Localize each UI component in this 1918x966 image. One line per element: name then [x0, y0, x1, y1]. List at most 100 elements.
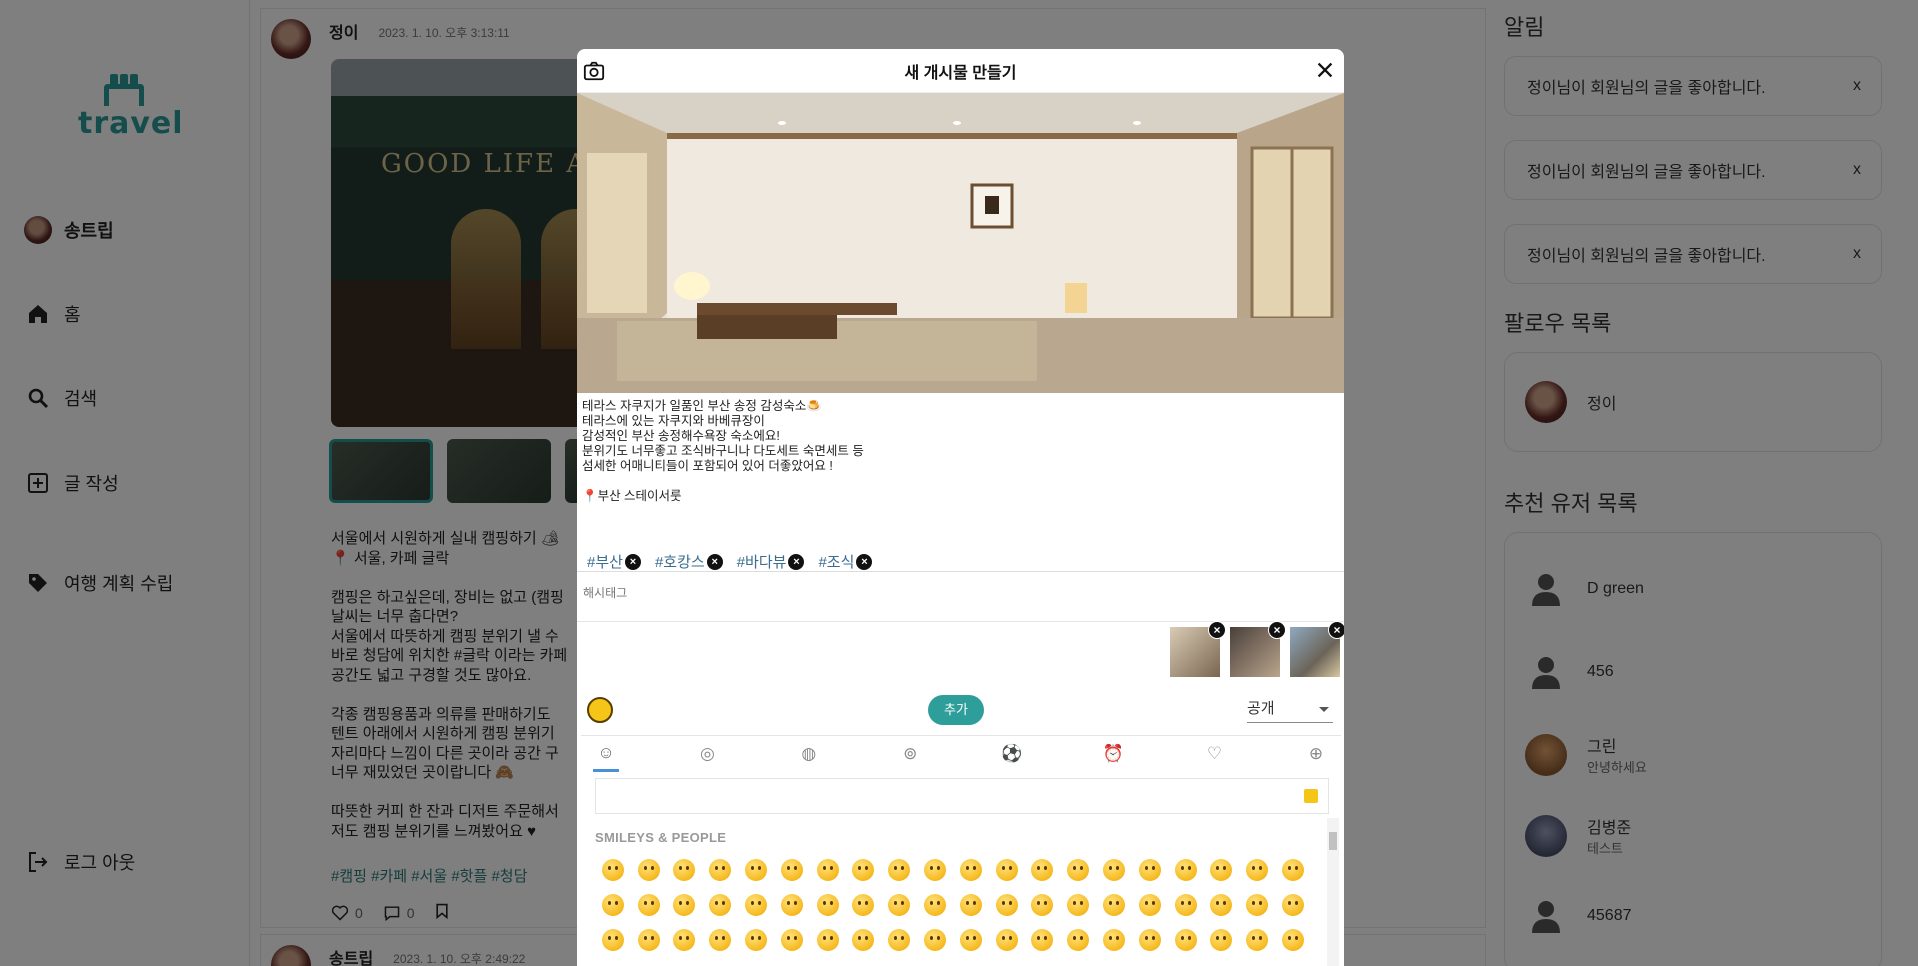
emoji-item[interactable] — [1239, 887, 1275, 922]
emoji-item[interactable] — [810, 922, 846, 957]
emoji-face-icon — [1138, 893, 1161, 916]
emoji-face-icon — [745, 928, 768, 951]
smileys-icon[interactable]: ☺ — [593, 736, 619, 772]
emoji-item[interactable] — [667, 922, 703, 957]
emoji-item[interactable] — [917, 852, 953, 887]
emoji-item[interactable] — [1204, 852, 1240, 887]
emoji-item[interactable] — [881, 922, 917, 957]
emoji-item[interactable] — [1025, 852, 1061, 887]
emoji-face-icon — [816, 893, 839, 916]
activity-icon[interactable]: ⚽ — [999, 736, 1025, 772]
emoji-item[interactable] — [1168, 922, 1204, 957]
emoji-face-icon — [1031, 893, 1054, 916]
emoji-item[interactable] — [881, 852, 917, 887]
remove-image-icon[interactable]: × — [1208, 621, 1226, 639]
emoji-item[interactable] — [1060, 887, 1096, 922]
emoji-item[interactable] — [738, 887, 774, 922]
emoji-item[interactable] — [702, 922, 738, 957]
emoji-item[interactable] — [667, 887, 703, 922]
emoji-face-icon — [745, 893, 768, 916]
emoji-item[interactable] — [738, 852, 774, 887]
emoji-face-icon — [995, 928, 1018, 951]
remove-hashtag-icon[interactable]: × — [856, 553, 873, 570]
upload-thumbnail[interactable]: × — [1230, 621, 1286, 677]
emoji-item[interactable] — [1204, 887, 1240, 922]
emoji-face-icon — [924, 858, 947, 881]
emoji-item[interactable] — [1204, 922, 1240, 957]
remove-hashtag-icon[interactable]: × — [624, 553, 641, 570]
emoji-item[interactable] — [595, 887, 631, 922]
objects-icon[interactable]: ⏰ — [1100, 736, 1126, 772]
symbols-icon[interactable]: ♡ — [1202, 736, 1228, 772]
emoji-item[interactable] — [738, 922, 774, 957]
add-post-button[interactable]: 추가 — [928, 695, 984, 725]
close-icon[interactable] — [1314, 59, 1336, 81]
emoji-item[interactable] — [1275, 852, 1311, 887]
upload-thumbnail[interactable]: × — [1170, 621, 1226, 677]
emoji-item[interactable] — [846, 852, 882, 887]
upload-thumbnail[interactable]: × — [1290, 621, 1344, 677]
emoji-item[interactable] — [917, 887, 953, 922]
emoji-item[interactable] — [1096, 922, 1132, 957]
emoji-item[interactable] — [953, 887, 989, 922]
remove-hashtag-icon[interactable]: × — [788, 553, 805, 570]
emoji-item[interactable] — [1132, 922, 1168, 957]
emoji-item[interactable] — [1239, 922, 1275, 957]
remove-image-icon[interactable]: × — [1328, 621, 1344, 639]
camera-icon[interactable] — [583, 60, 605, 82]
travel-icon[interactable]: ⊚ — [897, 736, 923, 772]
emoji-search-input[interactable] — [595, 778, 1329, 814]
visibility-select[interactable]: 공개 — [1247, 695, 1333, 723]
emoji-item[interactable] — [917, 922, 953, 957]
emoji-item[interactable] — [595, 922, 631, 957]
emoji-grid — [595, 852, 1315, 957]
remove-hashtag-icon[interactable]: × — [706, 553, 723, 570]
emoji-item[interactable] — [774, 887, 810, 922]
emoji-item[interactable] — [810, 887, 846, 922]
emoji-item[interactable] — [595, 852, 631, 887]
hashtag-input[interactable] — [583, 575, 1338, 611]
emoji-item[interactable] — [1132, 887, 1168, 922]
emoji-item[interactable] — [1168, 887, 1204, 922]
emoji-item[interactable] — [774, 922, 810, 957]
emoji-item[interactable] — [1275, 922, 1311, 957]
emoji-item[interactable] — [631, 852, 667, 887]
animals-icon[interactable]: ◎ — [694, 736, 720, 772]
emoji-item[interactable] — [1060, 922, 1096, 957]
emoji-item[interactable] — [989, 852, 1025, 887]
emoji-scrollbar[interactable] — [1327, 818, 1339, 966]
emoji-item[interactable] — [953, 922, 989, 957]
emoji-item[interactable] — [702, 887, 738, 922]
emoji-item[interactable] — [1239, 852, 1275, 887]
emoji-item[interactable] — [1168, 852, 1204, 887]
emoji-item[interactable] — [1096, 852, 1132, 887]
emoji-face-icon — [1174, 893, 1197, 916]
emoji-item[interactable] — [774, 852, 810, 887]
emoji-item[interactable] — [1025, 887, 1061, 922]
emoji-item[interactable] — [953, 852, 989, 887]
remove-image-icon[interactable]: × — [1268, 621, 1286, 639]
emoji-item[interactable] — [631, 922, 667, 957]
food-icon[interactable]: ◍ — [796, 736, 822, 772]
emoji-item[interactable] — [846, 922, 882, 957]
emoji-item[interactable] — [667, 852, 703, 887]
emoji-face-icon — [1174, 928, 1197, 951]
skin-tone-selector[interactable] — [1304, 789, 1318, 803]
emoji-item[interactable] — [846, 887, 882, 922]
emoji-item[interactable] — [810, 852, 846, 887]
post-body-textarea[interactable]: 테라스 자쿠지가 일품인 부산 송정 감성숙소🍮 테라스에 있는 자쿠지와 바베… — [582, 399, 1322, 504]
emoji-item[interactable] — [989, 887, 1025, 922]
emoji-item[interactable] — [881, 887, 917, 922]
emoji-item[interactable] — [1132, 852, 1168, 887]
emoji-item[interactable] — [702, 852, 738, 887]
emoji-item[interactable] — [1275, 887, 1311, 922]
emoji-item[interactable] — [989, 922, 1025, 957]
emoji-face-icon — [780, 893, 803, 916]
emoji-picker-icon[interactable] — [587, 697, 613, 723]
emoji-item[interactable] — [631, 887, 667, 922]
emoji-item[interactable] — [1096, 887, 1132, 922]
modal-header: 새 개시물 만들기 — [577, 49, 1344, 93]
emoji-item[interactable] — [1025, 922, 1061, 957]
flags-icon[interactable]: ⊕ — [1303, 736, 1329, 772]
emoji-item[interactable] — [1060, 852, 1096, 887]
